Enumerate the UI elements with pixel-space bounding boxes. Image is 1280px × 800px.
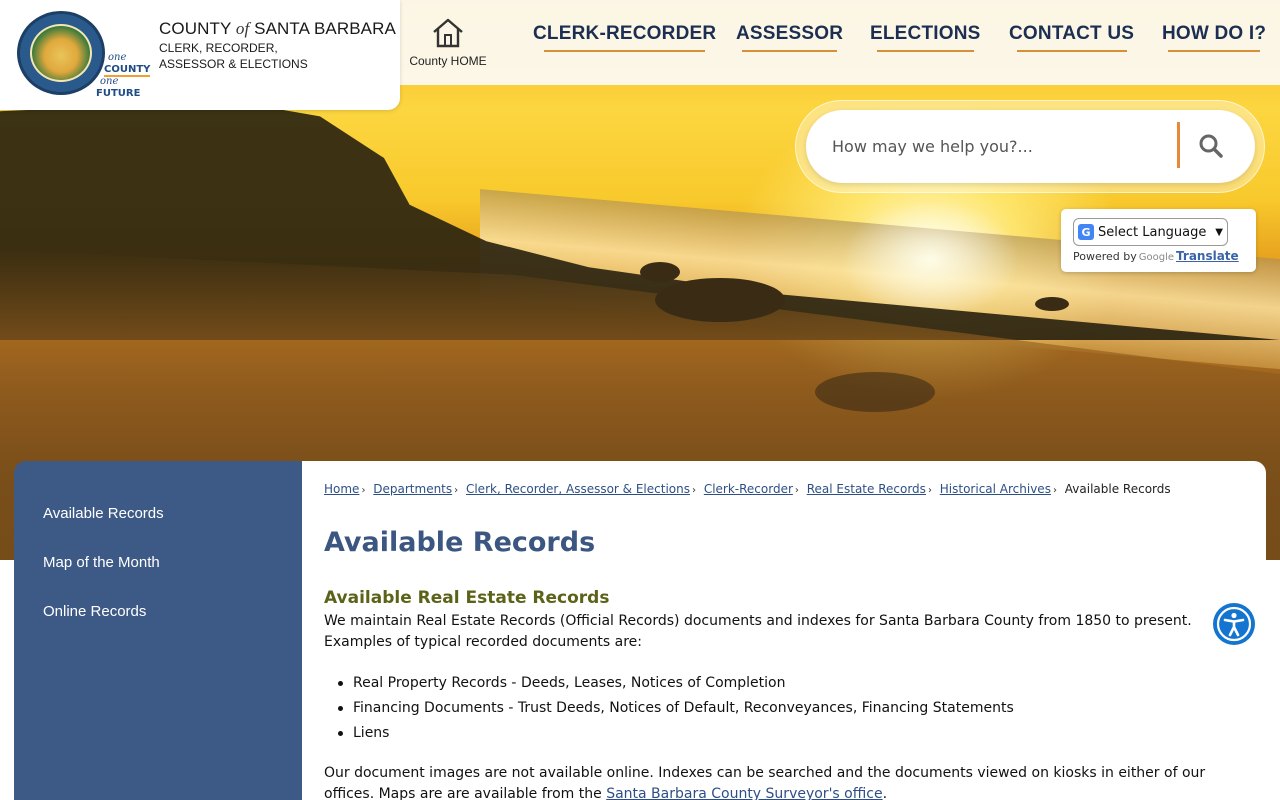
nav-elections[interactable]: ELECTIONS xyxy=(870,23,981,52)
surveyor-office-link[interactable]: Santa Barbara County Surveyor's office xyxy=(606,786,882,800)
breadcrumb-real-estate-records[interactable]: Real Estate Records xyxy=(807,482,926,496)
page-title: Available Records xyxy=(324,527,596,558)
nav-contact-us[interactable]: CONTACT US xyxy=(1009,23,1134,52)
house-icon xyxy=(433,18,463,48)
language-select[interactable]: G Select Language ▼ xyxy=(1073,218,1228,246)
translate-link[interactable]: Translate xyxy=(1176,249,1239,263)
county-home-link[interactable]: County HOME xyxy=(403,18,493,68)
powered-by-google: Powered by Google Translate xyxy=(1073,249,1239,263)
google-translate-icon: G xyxy=(1078,224,1094,240)
hero-rock xyxy=(640,262,680,282)
list-item: Financing Documents - Trust Deeds, Notic… xyxy=(338,698,1014,723)
hero-rock xyxy=(655,278,785,322)
search-input[interactable] xyxy=(832,128,1162,164)
hero-rock xyxy=(1035,297,1069,311)
nav-clerk-recorder[interactable]: CLERK-RECORDER xyxy=(533,23,716,52)
nav-how-do-i[interactable]: HOW DO I? xyxy=(1162,23,1266,52)
county-tagline: one COUNTY one FUTURE xyxy=(96,52,151,99)
section-title: Available Real Estate Records xyxy=(324,588,610,608)
sidebar-item-map-of-the-month[interactable]: Map of the Month xyxy=(43,554,160,571)
nav-assessor[interactable]: ASSESSOR xyxy=(736,23,843,52)
intro-paragraph: We maintain Real Estate Records (Officia… xyxy=(324,613,1192,650)
breadcrumb-departments[interactable]: Departments xyxy=(373,482,452,496)
breadcrumb-clerk-recorder-assessor-elections[interactable]: Clerk, Recorder, Assessor & Elections xyxy=(466,482,690,496)
hero-rock xyxy=(815,372,935,412)
list-item: Real Property Records - Deeds, Leases, N… xyxy=(338,673,1014,698)
list-item: Liens xyxy=(338,723,1014,748)
org-subtitle: CLERK, RECORDER, ASSESSOR & ELECTIONS xyxy=(159,41,308,71)
search-divider xyxy=(1177,122,1180,168)
search-icon xyxy=(1199,134,1223,158)
breadcrumb-clerk-recorder[interactable]: Clerk-Recorder xyxy=(704,482,793,496)
county-seal xyxy=(17,11,105,95)
accessibility-icon xyxy=(1216,606,1252,642)
chevron-down-icon: ▼ xyxy=(1215,226,1223,238)
logo-card[interactable]: one COUNTY one FUTURE COUNTY of SANTA BA… xyxy=(0,0,400,110)
hero-sun-glare xyxy=(840,200,1020,320)
documents-paragraph: Our document images are not available on… xyxy=(324,765,1206,800)
org-title: COUNTY of SANTA BARBARA xyxy=(159,19,396,38)
accessibility-button[interactable] xyxy=(1213,603,1255,645)
sidebar-item-online-records[interactable]: Online Records xyxy=(43,603,146,620)
breadcrumb-home[interactable]: Home xyxy=(324,482,359,496)
county-home-label: County HOME xyxy=(409,54,487,68)
breadcrumb-historical-archives[interactable]: Historical Archives xyxy=(940,482,1051,496)
search-button[interactable] xyxy=(1193,128,1229,164)
breadcrumb: Home › Departments › Clerk, Recorder, Asse… xyxy=(324,482,1171,496)
records-list: Real Property Records - Deeds, Leases, N… xyxy=(338,673,1014,748)
sidebar-item-available-records[interactable]: Available Records xyxy=(43,505,164,522)
breadcrumb-current: Available Records xyxy=(1064,482,1171,496)
